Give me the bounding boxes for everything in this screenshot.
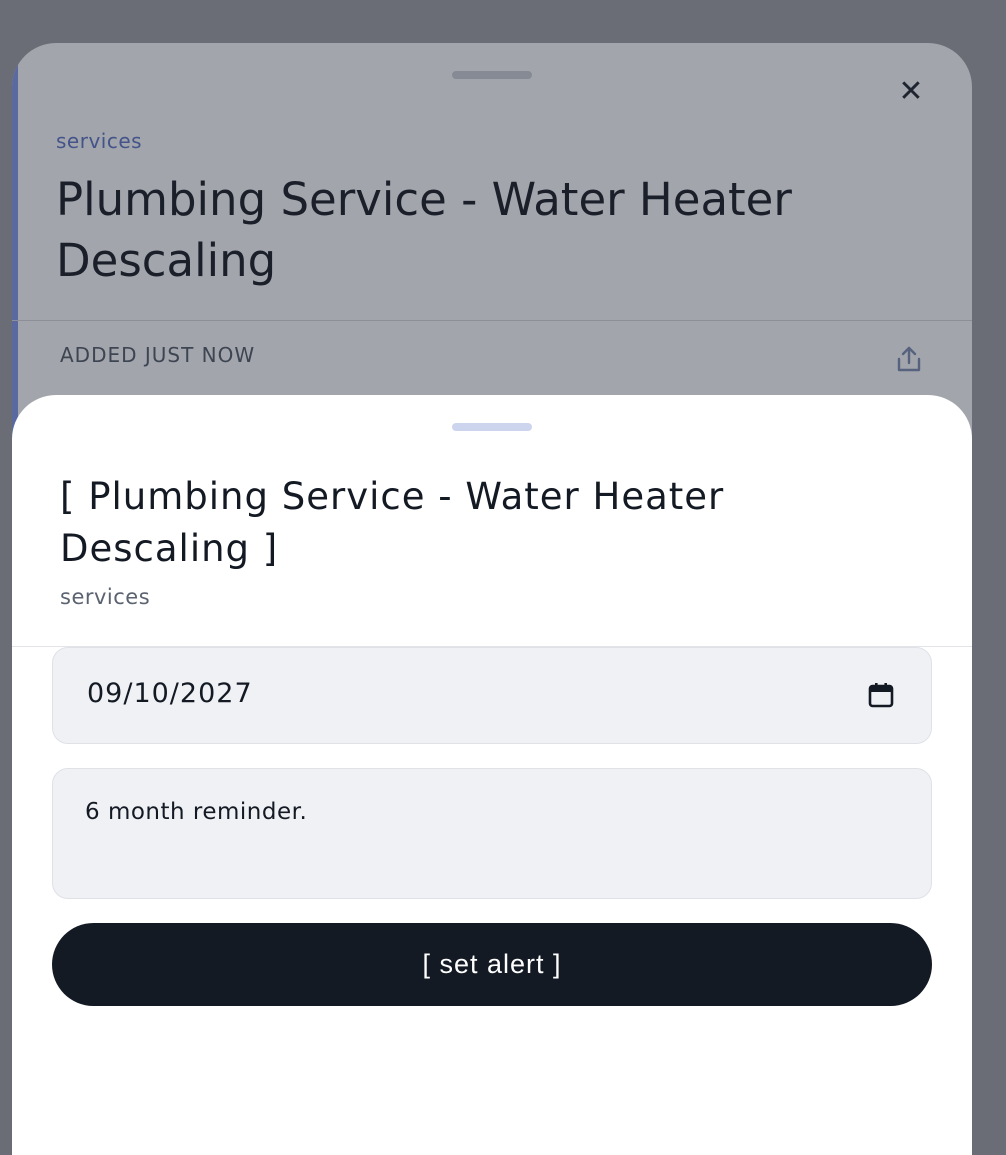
date-value: 09/10/2027 bbox=[87, 678, 253, 709]
note-value: 6 month reminder. bbox=[85, 799, 308, 825]
sheet-subtitle: services bbox=[60, 585, 151, 609]
date-input[interactable]: 09/10/2027 bbox=[52, 647, 932, 744]
share-icon[interactable] bbox=[896, 345, 922, 373]
set-alert-button[interactable]: [ set alert ] bbox=[52, 923, 932, 1006]
drag-handle[interactable] bbox=[452, 71, 532, 79]
item-title: Plumbing Service - Water Heater Descalin… bbox=[56, 173, 792, 287]
item-category: services bbox=[56, 129, 143, 153]
sheet-title: [ Plumbing Service - Water Heater Descal… bbox=[60, 475, 725, 570]
calendar-icon[interactable] bbox=[867, 681, 895, 709]
divider bbox=[12, 320, 972, 321]
close-icon[interactable]: ✕ bbox=[896, 77, 926, 107]
set-alert-sheet: [ Plumbing Service - Water Heater Descal… bbox=[12, 395, 972, 1155]
added-timestamp: ADDED JUST NOW bbox=[60, 343, 256, 367]
sheet-drag-handle[interactable] bbox=[452, 423, 532, 431]
note-textarea[interactable]: 6 month reminder. bbox=[52, 768, 932, 899]
